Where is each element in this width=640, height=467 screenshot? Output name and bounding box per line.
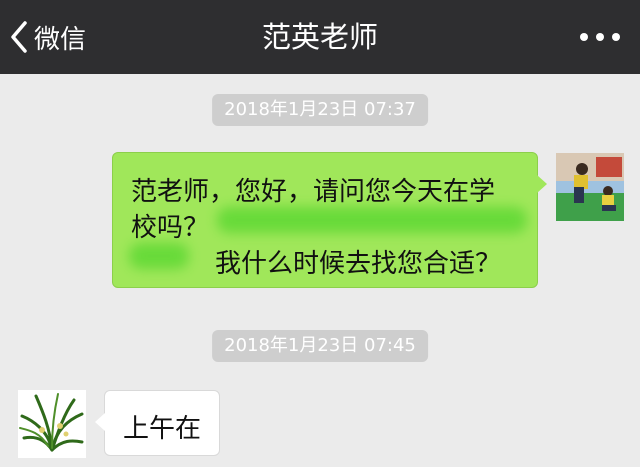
- incoming-message-bubble[interactable]: 上午在: [95, 390, 220, 456]
- back-label: 微信: [34, 24, 87, 55]
- outgoing-message-bubble[interactable]: 范老师，您好，请问您今天在学 校吗？ 我什么时候去找您合适？: [112, 152, 547, 288]
- chat-title: 范英老师: [261, 20, 378, 54]
- more-button[interactable]: [580, 22, 620, 52]
- message-text-line: 我什么时候去找您合适？: [215, 249, 502, 279]
- more-dots-icon: [580, 33, 620, 41]
- message-timestamp: 2018年1月23日 07:45: [212, 330, 428, 362]
- back-button[interactable]: 微信: [10, 14, 86, 60]
- redaction-blur: [129, 243, 189, 269]
- message-timestamp: 2018年1月23日 07:37: [212, 94, 428, 126]
- redaction-blur: [217, 207, 527, 233]
- message-text: 上午在: [123, 414, 202, 444]
- message-text-line: 范老师，您好，请问您今天在学: [131, 177, 496, 207]
- message-text-line: 校吗？: [131, 213, 210, 243]
- title-bar: 微信 范英老师: [0, 0, 640, 74]
- my-avatar[interactable]: [556, 153, 624, 221]
- contact-avatar[interactable]: [18, 390, 86, 458]
- chevron-left-icon: [10, 21, 28, 53]
